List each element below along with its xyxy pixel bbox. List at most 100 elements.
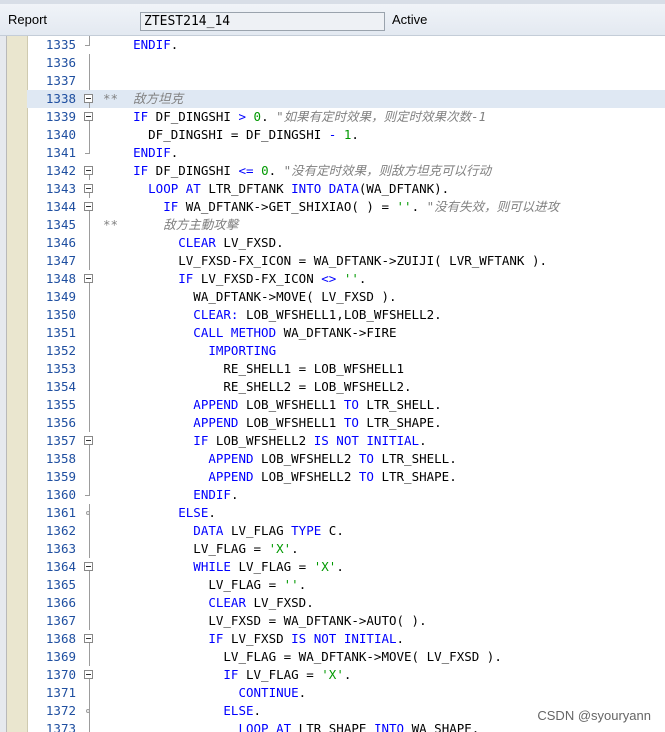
fold-collapse-icon[interactable] [83, 558, 97, 576]
code-line[interactable]: 1355 APPEND LOB_WFSHELL1 TO LTR_SHELL. [27, 396, 665, 414]
code-line[interactable]: 1354 RE_SHELL2 = LOB_WFSHELL2. [27, 378, 665, 396]
code-text: IF LV_FXSD-FX_ICON <> ''. [103, 270, 366, 288]
code-line[interactable]: 1367 LV_FXSD = WA_DFTANK->AUTO( ). [27, 612, 665, 630]
fold-guide-line [83, 720, 97, 732]
fold-collapse-icon[interactable] [83, 90, 97, 108]
code-line[interactable]: 1349 WA_DFTANK->MOVE( LV_FXSD ). [27, 288, 665, 306]
code-token: <= [238, 163, 254, 178]
code-line[interactable]: 1345 ** 敌方主動攻擊 [27, 216, 665, 234]
code-token: LOB_WFSHELL1 [238, 397, 344, 412]
code-token: WHILE [103, 559, 231, 574]
code-line[interactable]: 1365 LV_FLAG = ''. [27, 576, 665, 594]
code-line[interactable]: 1337 [27, 72, 665, 90]
fold-guide-line [83, 252, 97, 270]
program-name-field[interactable]: ZTEST214_14 [140, 12, 385, 31]
report-label: Report [8, 12, 48, 27]
code-text: IF WA_DFTANK->GET_SHIXIAO( ) = ''. "没有失效… [103, 198, 559, 216]
fold-collapse-icon[interactable] [83, 198, 97, 216]
code-token: WA_DFTANK->FIRE [276, 325, 397, 340]
code-line[interactable]: 1364 WHILE LV_FLAG = 'X'. [27, 558, 665, 576]
code-token: IF [103, 631, 224, 646]
line-number: 1338 [45, 91, 76, 106]
code-line[interactable]: 1342 IF DF_DINGSHI <= 0. "没有定时效果，则敌方坦克可以… [27, 162, 665, 180]
code-line[interactable]: 1347 LV_FXSD-FX_ICON = WA_DFTANK->ZUIJI(… [27, 252, 665, 270]
code-line[interactable]: 1359 APPEND LOB_WFSHELL2 TO LTR_SHAPE. [27, 468, 665, 486]
fold-guide-line [83, 342, 97, 360]
code-line[interactable]: 1357 IF LOB_WFSHELL2 IS NOT INITIAL. [27, 432, 665, 450]
fold-guide-line [83, 450, 97, 468]
code-line[interactable]: 1339 IF DF_DINGSHI > 0. "如果有定时效果，则定时效果次数… [27, 108, 665, 126]
fold-guide-line [83, 468, 97, 486]
code-token: "如果有定时效果，则定时效果次数-1 [276, 109, 487, 124]
code-token: DF_DINGSHI = DF_DINGSHI [103, 127, 329, 142]
code-line[interactable]: 1350 CLEAR: LOB_WFSHELL1,LOB_WFSHELL2. [27, 306, 665, 324]
code-line[interactable]: 1368 IF LV_FXSD IS NOT INITIAL. [27, 630, 665, 648]
code-token: ENDIF [103, 487, 231, 502]
code-token: . [170, 37, 179, 52]
line-number: 1347 [45, 253, 76, 268]
code-token: RE_SHELL2 = LOB_WFSHELL2. [103, 379, 412, 394]
code-token: C. [321, 523, 344, 538]
code-line[interactable]: 1336 [27, 54, 665, 72]
code-line[interactable]: 1341 ENDIF. [27, 144, 665, 162]
code-token: LV_FXSD [223, 631, 292, 646]
line-number: 1372 [45, 703, 76, 718]
fold-guide-line [83, 54, 97, 72]
code-token: . [208, 505, 216, 520]
code-text: CONTINUE. [103, 684, 306, 702]
code-text: APPEND LOB_WFSHELL1 TO LTR_SHELL. [103, 396, 442, 414]
code-token: 0 [261, 163, 269, 178]
code-line[interactable]: 1356 APPEND LOB_WFSHELL1 TO LTR_SHAPE. [27, 414, 665, 432]
fold-collapse-icon[interactable] [83, 162, 97, 180]
code-token: IF [103, 667, 239, 682]
code-token: LTR_SHELL. [358, 397, 442, 412]
fold-end-marker [83, 144, 97, 162]
code-line[interactable]: 1343 LOOP AT LTR_DFTANK INTO DATA(WA_DFT… [27, 180, 665, 198]
code-text: ENDIF. [103, 486, 238, 504]
code-line[interactable]: 1351 CALL METHOD WA_DFTANK->FIRE [27, 324, 665, 342]
code-line[interactable]: 1360 ENDIF. [27, 486, 665, 504]
code-editor[interactable]: 1335 ENDIF. 1336 1337 1338 ** 敌方坦克 1339 IF DF… [6, 36, 665, 732]
code-text: DATA LV_FLAG TYPE C. [103, 522, 344, 540]
window-top-strip [0, 0, 665, 4]
line-number: 1353 [45, 361, 76, 376]
code-token: . [268, 163, 284, 178]
code-token: <> [321, 271, 337, 286]
line-number: 1351 [45, 325, 76, 340]
code-line[interactable]: 1352 IMPORTING [27, 342, 665, 360]
code-line[interactable]: 1335 ENDIF. [27, 36, 665, 54]
code-text: WHILE LV_FLAG = 'X'. [103, 558, 344, 576]
code-line[interactable]: 1371 CONTINUE. [27, 684, 665, 702]
code-token: LV_FLAG = [238, 667, 322, 682]
code-line[interactable]: 1358 APPEND LOB_WFSHELL2 TO LTR_SHELL. [27, 450, 665, 468]
code-line[interactable]: 1353 RE_SHELL1 = LOB_WFSHELL1 [27, 360, 665, 378]
code-text: IMPORTING [103, 342, 276, 360]
code-token: "没有定时效果，则敌方坦克可以行动 [283, 163, 492, 178]
fold-collapse-icon[interactable] [83, 180, 97, 198]
code-token: . [343, 667, 352, 682]
code-token: IMPORTING [103, 343, 277, 358]
line-number: 1357 [45, 433, 76, 448]
code-line[interactable]: 1338 ** 敌方坦克 [27, 90, 665, 108]
code-line[interactable]: 1344 IF WA_DFTANK->GET_SHIXIAO( ) = ''. … [27, 198, 665, 216]
code-line[interactable]: 1348 IF LV_FXSD-FX_ICON <> ''. [27, 270, 665, 288]
code-line[interactable]: 1369 LV_FLAG = WA_DFTANK->MOVE( LV_FXSD … [27, 648, 665, 666]
fold-guide-line [83, 360, 97, 378]
code-line[interactable]: 1370 IF LV_FLAG = 'X'. [27, 666, 665, 684]
code-token: ELSE [103, 703, 254, 718]
code-line[interactable]: 1340 DF_DINGSHI = DF_DINGSHI - 1. [27, 126, 665, 144]
fold-collapse-icon[interactable] [83, 630, 97, 648]
fold-collapse-icon[interactable] [83, 666, 97, 684]
fold-collapse-icon[interactable] [83, 108, 97, 126]
code-text: RE_SHELL1 = LOB_WFSHELL1 [103, 360, 404, 378]
code-line[interactable]: 1363 LV_FLAG = 'X'. [27, 540, 665, 558]
fold-guide-line [83, 324, 97, 342]
fold-collapse-icon[interactable] [83, 432, 97, 450]
code-token: IS NOT INITIAL [291, 631, 397, 646]
fold-collapse-icon[interactable] [83, 270, 97, 288]
code-line[interactable]: 1361 ELSE. [27, 504, 665, 522]
code-line[interactable]: 1362 DATA LV_FLAG TYPE C. [27, 522, 665, 540]
fold-branch-marker [83, 504, 97, 522]
code-line[interactable]: 1346 CLEAR LV_FXSD. [27, 234, 665, 252]
code-line[interactable]: 1366 CLEAR LV_FXSD. [27, 594, 665, 612]
